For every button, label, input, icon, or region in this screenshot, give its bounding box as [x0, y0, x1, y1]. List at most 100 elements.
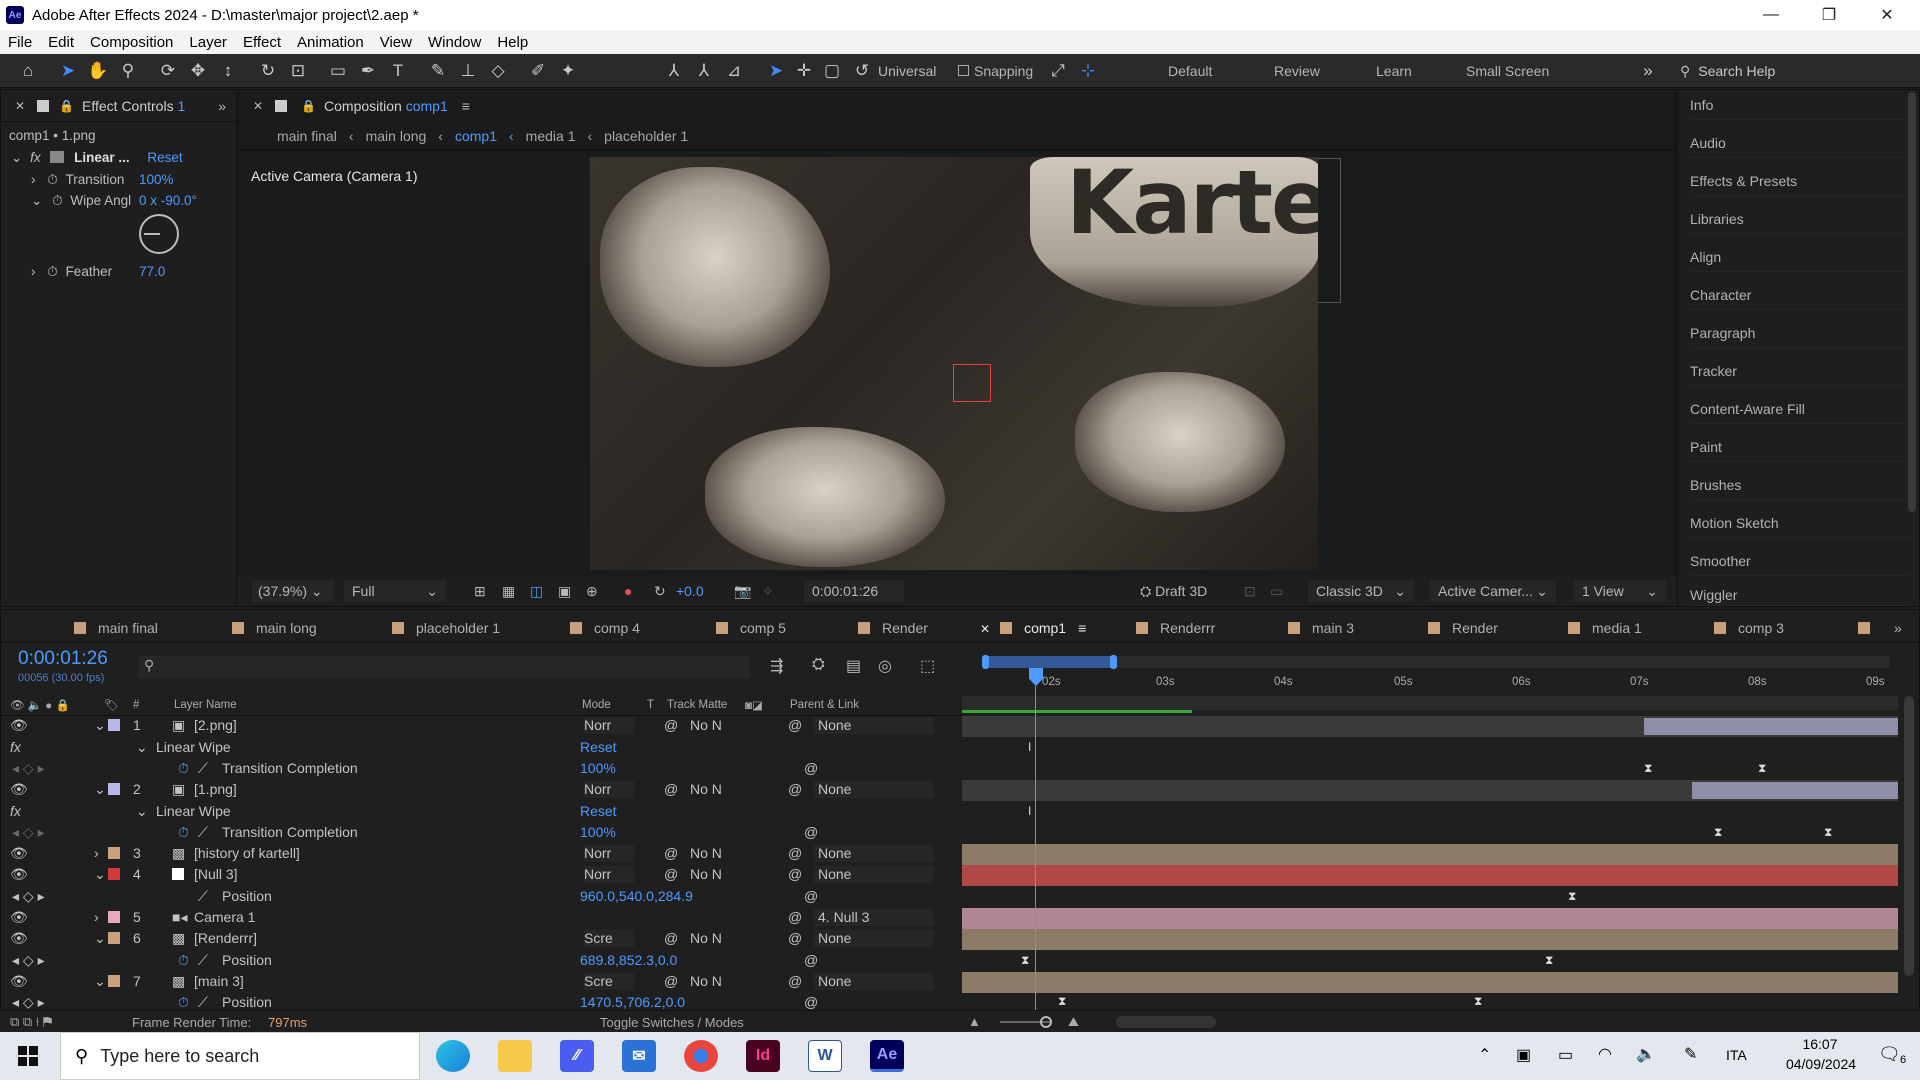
work-area-start-handle[interactable]: [982, 655, 989, 669]
layer-name[interactable]: [Renderrr]: [194, 930, 257, 946]
layer-row-4[interactable]: 👁 ⌄ 4 [Null 3] Norr @ No N @ None: [0, 864, 962, 885]
snap-arrows-icon[interactable]: ⤢: [1046, 60, 1070, 82]
tab-comp1[interactable]: ✕ comp1 ≡: [980, 620, 1086, 636]
region-interest-icon[interactable]: ▣: [558, 583, 571, 600]
home-icon[interactable]: ⌂: [16, 60, 40, 82]
parent-pickwhip-icon[interactable]: @: [788, 930, 802, 946]
panel-info[interactable]: Info: [1690, 90, 1910, 120]
dolly-camera-icon[interactable]: ↕: [216, 60, 240, 82]
keyframe-icon[interactable]: ⧗: [1058, 995, 1067, 1007]
renderer-select[interactable]: Classic 3D ⌄: [1308, 580, 1414, 602]
axis-local-icon[interactable]: ⅄: [662, 60, 686, 82]
label-swatch[interactable]: [108, 975, 120, 987]
layer-name[interactable]: [2.png]: [194, 717, 237, 733]
pen-icon[interactable]: ✎: [1684, 1044, 1697, 1064]
blend-mode-select[interactable]: Norr: [584, 781, 634, 798]
chrome-icon[interactable]: [684, 1040, 718, 1072]
tray-monitor-icon[interactable]: ▣: [1516, 1045, 1531, 1065]
gizmo-scale-icon[interactable]: ▢: [820, 60, 844, 82]
stopwatch-icon[interactable]: ⏱: [47, 172, 58, 187]
label-swatch[interactable]: [108, 719, 120, 731]
pickwhip-icon[interactable]: @: [664, 781, 678, 797]
layer-name[interactable]: Camera 1: [194, 909, 255, 925]
keyframe-icon[interactable]: ⧗: [1824, 826, 1833, 838]
tab-render[interactable]: Render: [858, 620, 928, 636]
workspace-learn[interactable]: Learn: [1376, 63, 1412, 79]
universal-label[interactable]: Universal: [878, 63, 936, 79]
fast-preview-icon[interactable]: ⊞: [474, 583, 486, 600]
volume-icon[interactable]: 🔈: [1636, 1044, 1656, 1064]
footer-switches-icon[interactable]: ⧉ ⧉ ⟊ ⚑: [10, 1014, 52, 1030]
parent-select[interactable]: None: [814, 717, 934, 734]
clone-stamp-icon[interactable]: ⊥: [456, 60, 480, 82]
notification-icon[interactable]: 🗨: [1878, 1044, 1901, 1065]
creative-app-icon[interactable]: ⁄⁄: [560, 1040, 594, 1072]
tab-main-3[interactable]: main 3: [1288, 620, 1354, 636]
track-matte-select[interactable]: No N: [690, 973, 722, 989]
battery-icon[interactable]: ▭: [1558, 1045, 1573, 1065]
menu-file[interactable]: File: [0, 34, 40, 51]
panel-overflow-icon[interactable]: »: [218, 98, 226, 114]
keyframe-icon[interactable]: ⧗: [1714, 826, 1723, 838]
pickwhip-icon[interactable]: @: [664, 930, 678, 946]
pan-camera-icon[interactable]: ✥: [186, 60, 210, 82]
column-track-matte[interactable]: Track Matte: [667, 699, 727, 711]
layer-row-6[interactable]: 👁 ⌄ 6 ▩ [Renderrr] Scre @ No N @ None: [0, 928, 962, 949]
close-tab-icon[interactable]: ✕: [15, 99, 25, 113]
extended-viewer-icon[interactable]: ⊡: [1244, 583, 1256, 600]
ground-plane-icon[interactable]: ▭: [1270, 583, 1283, 600]
rectangle-tool-icon[interactable]: ▭: [326, 60, 350, 82]
close-button[interactable]: ✕: [1858, 0, 1916, 30]
minimize-button[interactable]: —: [1742, 0, 1800, 30]
eye-icon[interactable]: 👁: [10, 909, 28, 926]
expression-pickwhip-icon[interactable]: @: [804, 952, 818, 968]
menu-edit[interactable]: Edit: [40, 34, 82, 51]
tab-main-final[interactable]: main final: [74, 620, 158, 636]
parent-pickwhip-icon[interactable]: @: [788, 973, 802, 989]
pickwhip-icon[interactable]: @: [664, 973, 678, 989]
expand-down-icon[interactable]: ⌄: [94, 930, 106, 947]
layer-name[interactable]: [Null 3]: [194, 866, 238, 882]
zoom-select[interactable]: (37.9%) ⌄: [252, 580, 334, 602]
layer-row-7[interactable]: 👁 ⌄ 7 ▩ [main 3] Scre @ No N @ None: [0, 971, 962, 992]
zoom-out-icon[interactable]: ▲: [968, 1014, 981, 1029]
property-value[interactable]: 689.8,852.3,0.0: [580, 952, 677, 968]
comp-mini-flowchart-icon[interactable]: ⇶: [770, 656, 783, 676]
eraser-tool-icon[interactable]: ◇: [486, 60, 510, 82]
parent-pickwhip-icon[interactable]: @: [788, 845, 802, 861]
zoom-tool-icon[interactable]: ⚲: [116, 60, 140, 82]
taskbar-search-box[interactable]: ⚲ Type here to search: [60, 1032, 420, 1080]
expand-right-icon[interactable]: ›: [94, 845, 99, 861]
expand-down-icon[interactable]: ⌄: [94, 717, 106, 734]
time-ruler[interactable]: 02s 03s 04s 05s 06s 07s 08s 09s: [962, 670, 1898, 696]
parent-select[interactable]: None: [814, 973, 934, 990]
property-value[interactable]: 100%: [580, 824, 616, 840]
effect-row[interactable]: ⌄ fx Linear ... Reset: [11, 150, 183, 166]
panel-character[interactable]: Character: [1690, 280, 1910, 310]
panel-effects-presets[interactable]: Effects & Presets: [1690, 166, 1910, 196]
expand-down-icon[interactable]: ⌄: [94, 781, 106, 798]
snap-target-icon[interactable]: ⊹: [1076, 60, 1100, 82]
label-column-icon[interactable]: 🏷: [104, 698, 119, 712]
eye-icon[interactable]: 👁: [10, 845, 28, 862]
panel-libraries[interactable]: Libraries: [1690, 204, 1910, 234]
transition-value[interactable]: 100%: [139, 172, 174, 187]
lock-icon[interactable]: 🔒: [301, 99, 316, 113]
blend-mode-select[interactable]: Scre: [584, 930, 634, 947]
stopwatch-icon[interactable]: ⏱: [178, 760, 189, 777]
gizmo-rotate-icon[interactable]: ↺: [850, 60, 874, 82]
show-snapshot-icon[interactable]: ✧: [762, 583, 774, 600]
property-value[interactable]: 1470.5,706.2,0.0: [580, 994, 685, 1010]
stopwatch-icon[interactable]: ⏱: [52, 193, 63, 208]
gizmo-move-icon[interactable]: ✛: [792, 60, 816, 82]
edge-icon[interactable]: [436, 1040, 470, 1072]
wifi-icon[interactable]: ◠: [1598, 1044, 1612, 1064]
fx-icon[interactable]: fx: [10, 803, 21, 819]
axis-world-icon[interactable]: ⅄: [692, 60, 716, 82]
fx-icon[interactable]: fx: [10, 739, 21, 755]
motion-blur-icon[interactable]: ◎: [878, 656, 892, 676]
clock-time[interactable]: 16:07: [1790, 1036, 1850, 1052]
panel-paragraph[interactable]: Paragraph: [1690, 318, 1910, 348]
workspace-default[interactable]: Default: [1168, 63, 1212, 79]
grid-guides-icon[interactable]: ⊕: [586, 583, 598, 600]
